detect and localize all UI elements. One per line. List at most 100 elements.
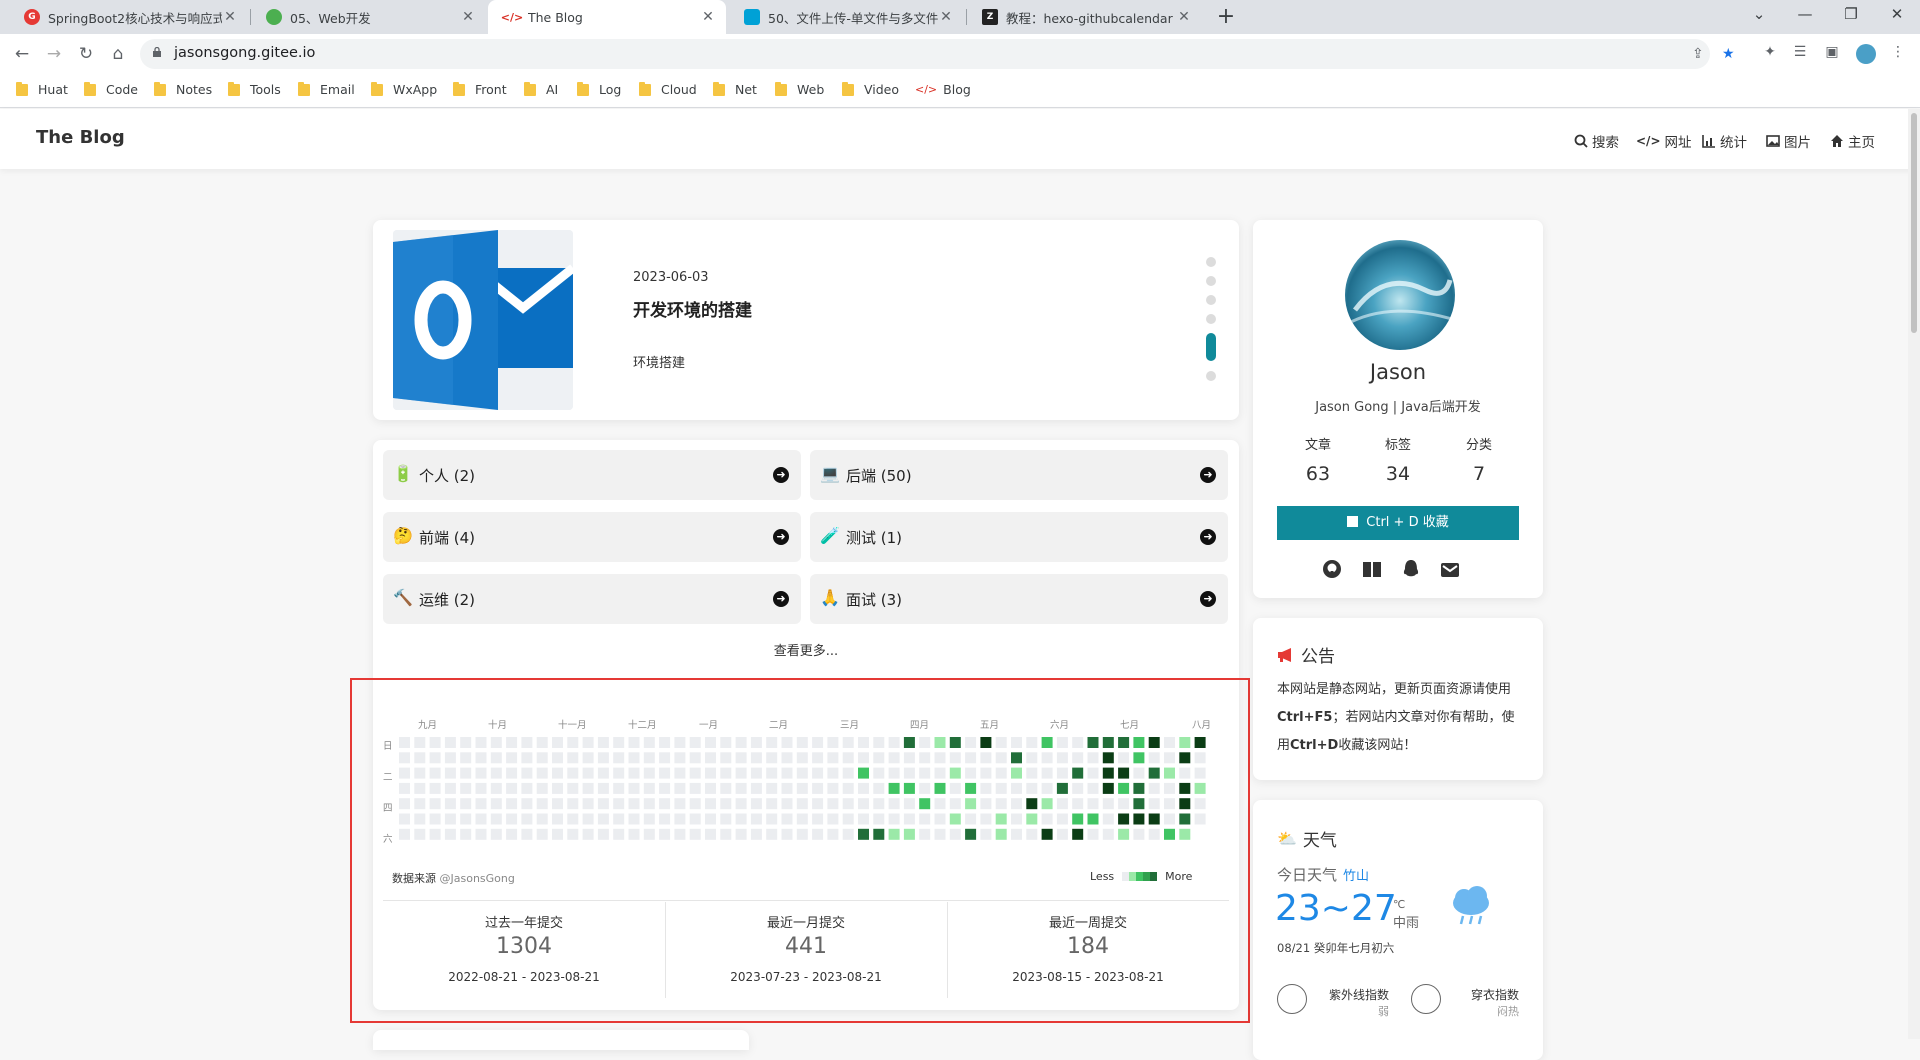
post-date: 2023-06-03 [633,270,709,285]
carousel-dot[interactable] [1206,295,1216,305]
scrollbar-thumb[interactable] [1911,113,1917,333]
folder-icon [371,81,383,96]
bookmark-huat[interactable]: Huat [16,81,68,97]
home-icon[interactable]: ⌂ [106,42,130,66]
browser-tab-active[interactable]: </> The Blog ✕ [488,0,726,34]
bookmark-tools[interactable]: Tools [228,81,281,97]
tab-favicon: Z [982,9,998,25]
folder-icon [577,81,589,96]
bookmark-blog[interactable]: </> Blog [915,82,971,97]
qq-icon[interactable] [1400,558,1422,580]
weather-city[interactable]: 竹山 [1343,869,1369,884]
tab-title: 50、文件上传-单文件与多文件上传 [768,10,938,26]
folder-icon [842,81,854,96]
book-icon[interactable] [1361,558,1383,580]
folder-icon [639,81,651,96]
bookmark-ai[interactable]: AI [524,81,558,97]
close-window-button[interactable]: ✕ [1874,0,1920,30]
tab-close-icon[interactable]: ✕ [460,9,476,25]
bookmark-notes[interactable]: Notes [154,81,212,97]
category-frontend[interactable]: 🤔 前端 (4) ➜ [383,512,801,562]
home-icon [1831,135,1843,147]
notice-text: 本网站是静态网站，更新页面资源请使用Ctrl+F5；若网站内文章对你有帮助，使用… [1277,682,1515,753]
menu-search[interactable]: 搜索 [1574,131,1619,151]
reading-list-icon[interactable]: ☰ [1790,44,1810,64]
weather-title: ⛅ 天气 [1277,829,1337,851]
back-icon[interactable]: ← [10,42,34,66]
menu-home[interactable]: 主页 [1830,131,1875,151]
tab-close-icon[interactable]: ✕ [222,9,238,25]
profile-stat-categories[interactable]: 分类 7 [1439,434,1519,485]
categories-more-link[interactable]: 查看更多... [373,640,1239,659]
bookmark-email[interactable]: Email [298,81,355,97]
browser-tab[interactable]: 05、Web开发 ✕ [250,0,486,34]
folder-icon [713,81,725,96]
maximize-button[interactable]: ❐ [1828,0,1874,30]
side-panel-icon[interactable]: ▣ [1822,44,1842,64]
extensions-icon[interactable]: ✦ [1760,44,1780,64]
post-tag[interactable]: 环境搭建 [633,352,685,371]
site-title[interactable]: The Blog [36,127,125,148]
share-icon[interactable]: ⇪ [1692,46,1704,62]
carousel-dot[interactable] [1206,276,1216,286]
reload-icon[interactable]: ↻ [74,42,98,66]
menu-stats[interactable]: 统计 [1702,131,1747,151]
menu-links[interactable]: </> 网址 [1636,131,1692,151]
menu-icon[interactable]: ⋮ [1888,44,1908,64]
page-scrollbar[interactable] [1908,109,1920,1039]
uv-index: 紫外线指数 弱 [1328,988,1389,1018]
category-personal[interactable]: 🔋 个人 (2) ➜ [383,450,801,500]
browser-tab[interactable]: G SpringBoot2核心技术与响应式编程 ✕ [8,0,248,34]
bookmark-site-button[interactable]: Ctrl + D 收藏 [1277,506,1519,540]
carousel-dot[interactable] [1206,257,1216,267]
category-testing[interactable]: 🧪 测试 (1) ➜ [810,512,1228,562]
bookmark-star-icon[interactable]: ★ [1722,46,1735,62]
profile-stat-tags[interactable]: 标签 34 [1358,434,1438,485]
laptop-icon: 💻 [820,464,840,483]
carousel-dot-active[interactable] [1206,333,1216,361]
post-title[interactable]: 开发环境的搭建 [633,296,752,321]
bookmark-web[interactable]: Web [775,81,824,97]
tab-favicon [744,9,760,25]
featured-post-card[interactable]: 2023-06-03 开发环境的搭建 环境搭建 [373,220,1239,420]
forward-icon[interactable]: → [42,42,66,66]
tab-close-icon[interactable]: ✕ [938,9,954,25]
url-text: jasonsgong.gitee.io [174,45,316,61]
lock-icon [153,47,161,57]
profile-avatar-icon[interactable] [1856,44,1876,64]
bookmark-cloud[interactable]: Cloud [639,81,697,97]
browser-tab[interactable]: 50、文件上传-单文件与多文件上传 ✕ [728,0,964,34]
carousel-dot[interactable] [1206,314,1216,324]
profile-stat-articles[interactable]: 文章 63 [1278,434,1358,485]
bookmark-code[interactable]: Code [84,81,138,97]
bookmark-front[interactable]: Front [453,81,507,97]
tab-close-icon[interactable]: ✕ [700,9,716,25]
bookmark-log[interactable]: Log [577,81,621,97]
carousel-dot[interactable] [1206,371,1216,381]
browser-tab[interactable]: Z 教程：hexo-githubcalendar 插件 ✕ [966,0,1202,34]
hammer-icon: 🔨 [393,588,413,607]
bookmark-video[interactable]: Video [842,81,899,97]
battery-icon: 🔋 [393,464,413,483]
folder-icon [775,81,787,96]
bookmark-wxapp[interactable]: WxApp [371,81,437,97]
next-post-card[interactable] [373,1030,749,1050]
tab-search-icon[interactable]: ⌄ [1736,0,1782,30]
new-tab-button[interactable]: + [1212,4,1240,32]
category-ops[interactable]: 🔨 运维 (2) ➜ [383,574,801,624]
tab-close-icon[interactable]: ✕ [1176,9,1192,25]
github-icon[interactable] [1321,558,1343,580]
address-bar[interactable]: jasonsgong.gitee.io ⇪ ★ [140,39,1735,69]
menu-images[interactable]: 图片 [1766,131,1811,151]
avatar[interactable] [1345,240,1455,350]
chart-icon [1702,135,1715,148]
category-backend[interactable]: 💻 后端 (50) ➜ [810,450,1228,500]
cloud-sun-icon: ⛅ [1277,829,1297,848]
post-cover-image[interactable] [393,230,573,410]
category-interview[interactable]: 🙏 面试 (3) ➜ [810,574,1228,624]
tab-title: 教程：hexo-githubcalendar 插件 [1006,10,1176,26]
minimize-button[interactable]: — [1782,0,1828,30]
mail-icon[interactable] [1439,558,1461,580]
red-highlight-box [350,678,1250,1023]
bookmark-net[interactable]: Net [713,81,757,97]
